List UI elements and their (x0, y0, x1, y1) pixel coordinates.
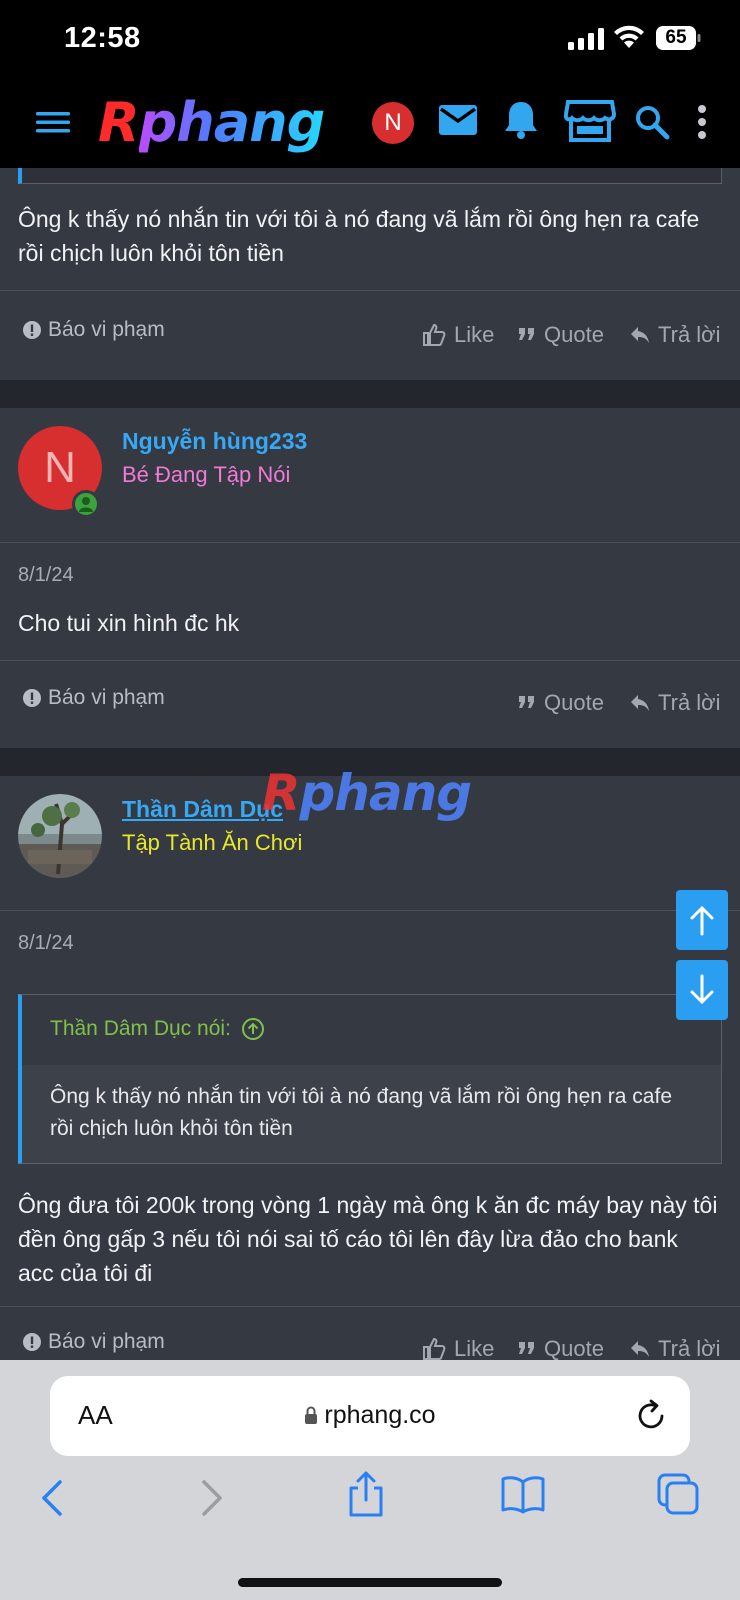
report-label: Báo vi phạm (48, 686, 165, 709)
quote-button[interactable]: Quote (518, 1336, 604, 1362)
post-actions: Báo vi phạm Like Quote Trả lời (0, 290, 740, 376)
arrow-down-icon (690, 974, 714, 1005)
post-2: N Nguyễn hùng233 Bé Đang Tập Nói 8/1/24 … (0, 408, 740, 748)
watermark-text: phang (299, 764, 473, 822)
alert-icon (23, 321, 41, 339)
scroll-to-top-button[interactable] (676, 890, 728, 950)
reply-button[interactable]: Trả lời (630, 322, 721, 348)
like-button[interactable]: Like (422, 322, 494, 348)
forward-icon[interactable] (198, 1478, 226, 1518)
reply-label: Trả lời (658, 322, 721, 347)
like-label: Like (454, 1336, 495, 1361)
wifi-icon (614, 25, 644, 48)
thumbs-up-icon (423, 323, 446, 346)
post-date[interactable]: 8/1/24 (18, 932, 74, 955)
watermark-letter: R (262, 764, 301, 822)
divider (0, 910, 740, 911)
status-bar: 12:58 65 (0, 0, 740, 82)
username-link[interactable]: Thần Dâm Dục (122, 796, 283, 823)
quote-icon (519, 1342, 534, 1354)
arrow-up-circle-icon[interactable] (241, 1017, 265, 1041)
report-label: Báo vi phạm (48, 1330, 165, 1353)
battery-icon: 65 (656, 26, 702, 50)
logo-text: phang (138, 91, 326, 154)
reply-label: Trả lời (658, 1336, 721, 1361)
bell-icon[interactable] (503, 100, 539, 140)
quote-label: Quote (544, 1336, 604, 1361)
quote-icon (519, 328, 534, 340)
post-body: Cho tui xin hình đc hk (18, 610, 240, 636)
home-indicator (238, 1578, 502, 1587)
post-actions: Báo vi phạm Quote Trả lời (0, 660, 740, 746)
post-1: Ông k thấy nó nhắn tin với tôi à nó đang… (0, 168, 740, 380)
like-label: Like (454, 322, 495, 347)
online-status-icon (72, 490, 100, 518)
arrow-up-icon (690, 905, 714, 936)
quote-author: Thần Dâm Dục nói: (50, 1017, 231, 1040)
reply-button[interactable]: Trả lời (630, 690, 721, 716)
quote-box-edge (18, 168, 722, 184)
share-icon[interactable] (346, 1470, 386, 1518)
post-3: Thần Dâm Dục Tập Tành Ăn Chơi 8/1/24 Thầ… (0, 776, 740, 1362)
post-date[interactable]: 8/1/24 (18, 564, 74, 587)
post-body: Ông k thấy nó nhắn tin với tôi à nó đang… (18, 206, 700, 266)
username-link[interactable]: Nguyễn hùng233 (122, 428, 307, 455)
quote-label: Quote (544, 322, 604, 347)
quote-button[interactable]: Quote (518, 690, 604, 716)
reply-icon (631, 327, 649, 343)
url-text: rphang.co (324, 1401, 436, 1429)
back-icon[interactable] (38, 1478, 66, 1518)
site-logo[interactable]: Rphang (98, 88, 326, 158)
lock-icon (305, 1406, 318, 1424)
address-bar[interactable]: AA rphang.co (50, 1376, 690, 1456)
post-avatar[interactable] (18, 794, 102, 878)
status-time: 12:58 (64, 22, 141, 54)
quote-button[interactable]: Quote (518, 322, 604, 348)
bookmarks-icon[interactable] (500, 1474, 546, 1514)
cellular-signal-icon (568, 28, 604, 50)
watermark-logo: Rphang (262, 764, 473, 822)
reply-label: Trả lời (658, 690, 721, 715)
logo-letter: R (98, 91, 140, 154)
alert-icon (23, 1333, 41, 1351)
alert-icon (23, 689, 41, 707)
quote-label: Quote (544, 690, 604, 715)
reply-icon (631, 1341, 649, 1357)
reload-icon[interactable] (634, 1398, 668, 1434)
quote-header[interactable]: Thần Dâm Dục nói: (22, 995, 721, 1065)
search-icon[interactable] (634, 104, 670, 140)
app-header: Rphang N (0, 82, 740, 168)
tabs-icon[interactable] (656, 1472, 700, 1516)
user-title: Tập Tành Ăn Chơi (122, 830, 303, 855)
divider (0, 542, 740, 543)
quote-icon (519, 696, 534, 708)
reply-button[interactable]: Trả lời (630, 1336, 721, 1362)
report-button[interactable]: Báo vi phạm (22, 686, 165, 710)
reply-icon (631, 695, 649, 711)
report-label: Báo vi phạm (48, 318, 165, 341)
url-display[interactable]: rphang.co (50, 1401, 690, 1430)
report-button[interactable]: Báo vi phạm (22, 318, 165, 342)
store-icon[interactable] (564, 98, 616, 144)
user-avatar[interactable]: N (372, 102, 414, 144)
like-button[interactable]: Like (422, 1336, 494, 1362)
post-body: Ông đưa tôi 200k trong vòng 1 ngày mà ôn… (18, 1192, 718, 1286)
menu-icon[interactable] (36, 106, 72, 138)
battery-level: 65 (665, 27, 687, 48)
quote-block: Thần Dâm Dục nói: Ông k thấy nó nhắn tin… (18, 994, 722, 1164)
more-options-icon[interactable] (696, 104, 708, 140)
report-button[interactable]: Báo vi phạm (22, 1330, 165, 1354)
page: 12:58 65 Rphang N Ông k thấy nó nhắn tin… (0, 0, 740, 1600)
mail-icon[interactable] (438, 104, 478, 136)
quote-text: Ông k thấy nó nhắn tin với tôi à nó đang… (22, 1065, 721, 1163)
browser-toolbar: AA rphang.co (0, 1360, 740, 1600)
scroll-to-bottom-button[interactable] (676, 960, 728, 1020)
user-title: Bé Đang Tập Nói (122, 462, 291, 487)
thumbs-up-icon (423, 1337, 446, 1360)
